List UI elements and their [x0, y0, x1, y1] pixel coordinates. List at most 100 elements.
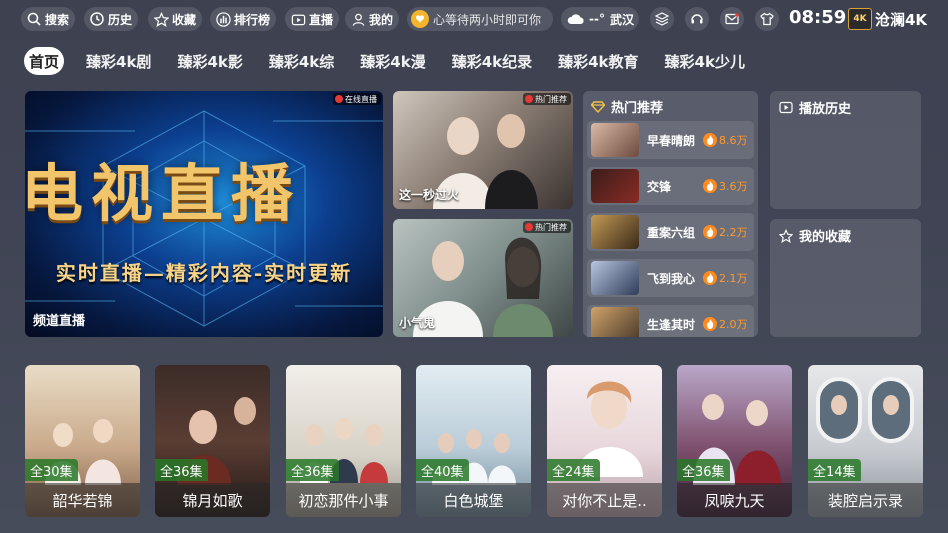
brand: 4K 沧澜4K [848, 8, 927, 30]
search-label: 搜索 [45, 12, 70, 27]
hot-tag-label: 热门推荐 [535, 94, 567, 104]
hot-list-item[interactable]: 早春晴朗 8.6万 [587, 121, 754, 159]
show-card[interactable]: 全36集 初恋那件小事 [286, 365, 401, 517]
show-title: 韶华若锦 [25, 483, 140, 517]
tab-variety[interactable]: 臻彩4k综 [265, 47, 338, 75]
show-title: 对你不止是.. [547, 483, 662, 517]
recommend-card-2[interactable]: 热门推荐 小气鬼 [393, 219, 573, 337]
play-history-title: 播放历史 [799, 102, 852, 117]
heart-icon [411, 10, 429, 28]
notice-ticker[interactable]: 心等待两小时即可你 [407, 7, 553, 31]
item-title: 早春晴朗 [647, 133, 696, 148]
hot-list-item[interactable]: 生逢其时 2.0万 [587, 305, 754, 337]
item-thumbnail [591, 261, 639, 295]
hot-recommend-header: 热门推荐 [591, 97, 663, 116]
item-thumbnail [591, 169, 639, 203]
hot-list-item[interactable]: 重案六组 2.2万 [587, 213, 754, 251]
tab-movie[interactable]: 臻彩4k影 [173, 47, 246, 75]
tab-kids[interactable]: 臻彩4k少儿 [661, 47, 749, 75]
hot-list-item[interactable]: 交锋 3.6万 [587, 167, 754, 205]
episode-badge: 全36集 [286, 459, 339, 481]
favorites-label: 收藏 [172, 12, 197, 27]
message-button[interactable] [720, 7, 744, 31]
episode-badge: 全14集 [808, 459, 861, 481]
mine-button[interactable]: 我的 [345, 7, 400, 31]
my-favorites-panel[interactable]: 我的收藏 [770, 219, 921, 337]
tab-anime[interactable]: 臻彩4k漫 [356, 47, 429, 75]
mine-label: 我的 [369, 12, 394, 27]
diamond-icon [591, 100, 605, 113]
play-history-panel[interactable]: 播放历史 [770, 91, 921, 209]
show-card[interactable]: 全36集 锦月如歌 [155, 365, 270, 517]
banner-caption: 频道直播 [33, 314, 86, 329]
item-heat: 2.1万 [719, 272, 748, 285]
episode-badge: 全36集 [677, 459, 730, 481]
history-icon [88, 10, 106, 28]
show-card[interactable]: 全40集 白色城堡 [416, 365, 531, 517]
hot-recommend-panel: 热门推荐 早春晴朗 8.6万 交锋 3.6万 重案六组 2.2万 飞到我心 2.… [583, 91, 758, 337]
layers-button[interactable] [650, 7, 674, 31]
tab-drama[interactable]: 臻彩4k剧 [82, 47, 155, 75]
item-thumbnail [591, 307, 639, 337]
item-heat: 2.0万 [719, 318, 748, 331]
hot-recommend-title: 热门推荐 [611, 101, 664, 116]
fire-icon [703, 317, 717, 331]
headset-icon [690, 12, 704, 26]
live-tag: 在线直播 [333, 93, 381, 105]
skin-button[interactable] [755, 7, 779, 31]
episode-badge: 全36集 [155, 459, 208, 481]
history-label: 历史 [108, 12, 133, 27]
weather-widget[interactable]: --° 武汉 [561, 7, 639, 31]
episode-badge: 全40集 [416, 459, 469, 481]
recommend-card-1[interactable]: 热门推荐 这一秒过火 [393, 91, 573, 209]
customer-service-button[interactable] [685, 7, 709, 31]
item-title: 交锋 [647, 179, 672, 194]
live-tv-banner[interactable]: 在线直播 电视直播 实时直播—精彩内容-实时更新 频道直播 [25, 91, 383, 337]
brand-name: 沧澜4K [875, 10, 928, 29]
star-icon [152, 10, 170, 28]
show-title: 白色城堡 [416, 483, 531, 517]
notice-text: 心等待两小时即可你 [433, 12, 542, 27]
category-tabs: 首页 臻彩4k剧 臻彩4k影 臻彩4k综 臻彩4k漫 臻彩4k纪录 臻彩4k教育… [24, 47, 767, 75]
live-tag-label: 在线直播 [345, 94, 377, 104]
item-heat: 3.6万 [719, 180, 748, 193]
fire-icon [703, 271, 717, 285]
show-card[interactable]: 全14集 装腔启示录 [808, 365, 923, 517]
favorites-button[interactable]: 收藏 [148, 7, 203, 31]
my-favorites-header: 我的收藏 [779, 226, 851, 245]
play-history-header: 播放历史 [779, 98, 851, 117]
search-icon [25, 10, 43, 28]
live-label: 直播 [309, 12, 334, 27]
hot-tag-label: 热门推荐 [535, 222, 567, 232]
hot-list-item[interactable]: 飞到我心 2.1万 [587, 259, 754, 297]
cloud-icon [567, 13, 585, 25]
show-title: 锦月如歌 [155, 483, 270, 517]
banner-headline: 电视直播 [25, 157, 302, 230]
card-caption: 这一秒过火 [399, 188, 460, 202]
tab-home[interactable]: 首页 [24, 47, 65, 75]
history-button[interactable]: 历史 [84, 7, 139, 31]
show-title: 初恋那件小事 [286, 483, 401, 517]
mail-icon [725, 13, 739, 25]
ranking-button[interactable]: 排行榜 [210, 7, 277, 31]
user-icon [349, 10, 367, 28]
hot-tag: 热门推荐 [523, 221, 571, 233]
tshirt-icon [760, 12, 774, 26]
show-card[interactable]: 全24集 对你不止是.. [547, 365, 662, 517]
search-button[interactable]: 搜索 [21, 7, 76, 31]
episode-badge: 全24集 [547, 459, 600, 481]
tab-documentary[interactable]: 臻彩4k纪录 [448, 47, 536, 75]
item-thumbnail [591, 123, 639, 157]
play-icon [779, 101, 793, 114]
show-card[interactable]: 全30集 韶华若锦 [25, 365, 140, 517]
item-thumbnail [591, 215, 639, 249]
item-title: 飞到我心 [647, 271, 696, 286]
item-heat: 8.6万 [719, 134, 748, 147]
weather-city: 武汉 [609, 12, 634, 27]
show-card[interactable]: 全36集 凤唳九天 [677, 365, 792, 517]
live-button[interactable]: 直播 [285, 7, 340, 31]
tab-education[interactable]: 臻彩4k教育 [554, 47, 642, 75]
my-favorites-title: 我的收藏 [799, 230, 852, 245]
hot-tag: 热门推荐 [523, 93, 571, 105]
bar-chart-icon [214, 10, 232, 28]
